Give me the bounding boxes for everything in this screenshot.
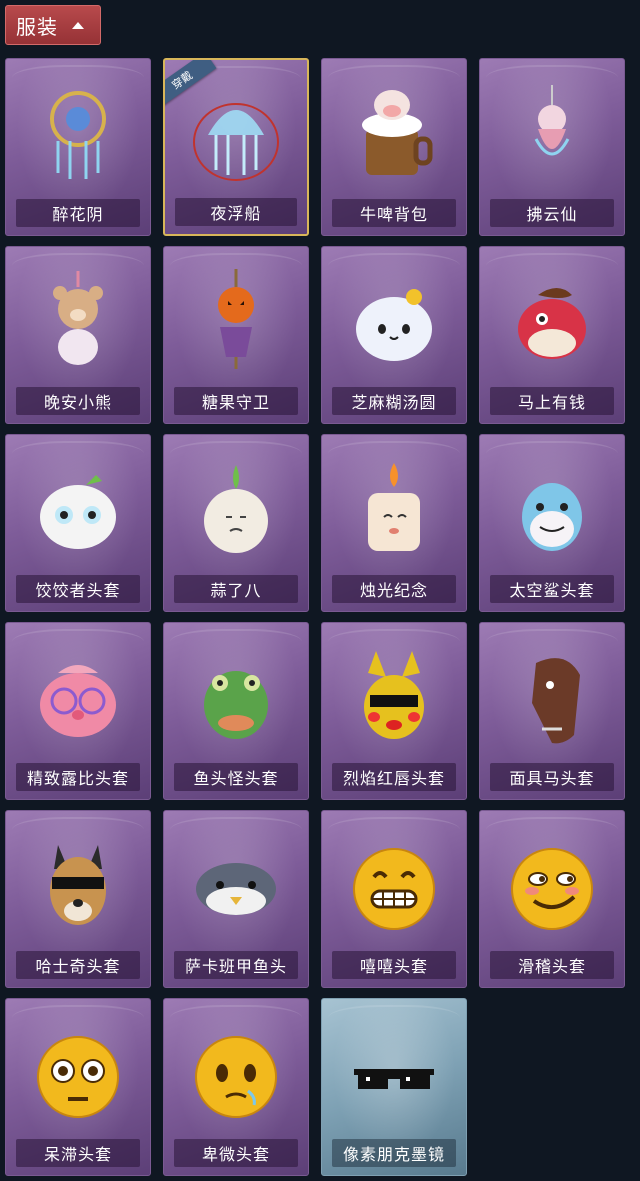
yellow-sunglasses-head-icon	[364, 651, 424, 739]
card-label-bar: 滑稽头套	[490, 951, 614, 979]
card-label-bar: 晚安小熊	[16, 387, 140, 415]
card-label-bar: 萨卡班甲鱼头	[174, 951, 298, 979]
pink-glasses-head-icon	[40, 665, 116, 737]
costume-name: 蒜了八	[210, 581, 262, 600]
card-label-bar: 饺饺者头套	[16, 575, 140, 603]
shark-head-icon	[522, 483, 582, 551]
costume-name: 马上有钱	[517, 393, 586, 412]
costume-card[interactable]: 醉花阴	[5, 58, 151, 236]
card-label-bar: 呆滞头套	[16, 1139, 140, 1167]
card-label-bar: 马上有钱	[490, 387, 614, 415]
costume-card[interactable]: 烛光纪念	[321, 434, 467, 612]
card-label-bar: 蒜了八	[174, 575, 298, 603]
card-label-bar: 精致露比头套	[16, 763, 140, 791]
costume-name: 糖果守卫	[201, 393, 270, 412]
card-label-bar: 糖果守卫	[174, 387, 298, 415]
costume-name: 面具马头套	[509, 769, 595, 788]
costume-card[interactable]: 蒜了八	[163, 434, 309, 612]
costume-card[interactable]: 太空鲨头套	[479, 434, 625, 612]
costume-name: 像素朋克墨镜	[342, 1145, 445, 1164]
costume-card[interactable]: 鱼头怪头套	[163, 622, 309, 800]
costume-card[interactable]: 嘻嘻头套	[321, 810, 467, 988]
costume-card[interactable]: 呆滞头套	[5, 998, 151, 1176]
grin-emoji-icon	[353, 848, 435, 930]
section-title: 服装	[16, 14, 58, 39]
outfit-section-toggle[interactable]: 服装	[5, 5, 101, 45]
pixel-sunglasses-icon	[354, 1069, 434, 1089]
costume-card[interactable]: 马上有钱	[479, 246, 625, 424]
card-label-bar: 嘻嘻头套	[332, 951, 456, 979]
costume-card[interactable]: 糖果守卫	[163, 246, 309, 424]
costume-card[interactable]: 穿戴 夜浮船	[163, 58, 309, 236]
card-label-bar: 拂云仙	[490, 199, 614, 227]
teddy-bear-pendant-icon	[53, 271, 103, 365]
costume-card[interactable]: 饺饺者头套	[5, 434, 151, 612]
fish-head-icon	[196, 863, 276, 915]
cloud-fairy-pendant-icon	[534, 85, 570, 156]
costume-name: 芝麻糊汤圆	[351, 393, 437, 412]
costume-name: 萨卡班甲鱼头	[184, 957, 287, 976]
rice-ball-icon	[356, 289, 432, 361]
dreamcatcher-pendant-icon	[50, 91, 106, 179]
costume-name: 牛啤背包	[359, 205, 428, 224]
costume-card[interactable]: 拂云仙	[479, 58, 625, 236]
costume-card[interactable]: 面具马头套	[479, 622, 625, 800]
card-label-bar: 牛啤背包	[332, 199, 456, 227]
card-label-bar: 哈士奇头套	[16, 951, 140, 979]
husky-head-icon	[50, 845, 106, 925]
costume-card[interactable]: 滑稽头套	[479, 810, 625, 988]
chevron-up-icon	[72, 21, 84, 29]
costume-name: 卑微头套	[201, 1145, 270, 1164]
card-label-bar: 烛光纪念	[332, 575, 456, 603]
card-label-bar: 夜浮船	[175, 198, 297, 226]
costume-card[interactable]: 晚安小熊	[5, 246, 151, 424]
card-label-bar: 面具马头套	[490, 763, 614, 791]
costume-card[interactable]: 像素朋克墨镜	[321, 998, 467, 1176]
costume-name: 呆滞头套	[43, 1145, 112, 1164]
costume-card[interactable]: 烈焰红唇头套	[321, 622, 467, 800]
pumpkin-scarecrow-icon	[218, 269, 254, 369]
costume-card[interactable]: 萨卡班甲鱼头	[163, 810, 309, 988]
costume-name: 太空鲨头套	[509, 581, 595, 600]
dumpling-head-icon	[40, 475, 116, 549]
costume-name: 烛光纪念	[359, 581, 428, 600]
garlic-head-icon	[204, 465, 268, 553]
card-label-bar: 像素朋克墨镜	[332, 1139, 456, 1167]
costume-name: 滑稽头套	[517, 957, 586, 976]
costume-card[interactable]: 卑微头套	[163, 998, 309, 1176]
costume-name: 晚安小熊	[43, 393, 112, 412]
costume-name: 夜浮船	[210, 204, 262, 223]
costume-name: 哈士奇头套	[35, 957, 121, 976]
fish-monster-head-icon	[204, 671, 268, 739]
costume-name: 饺饺者头套	[35, 581, 121, 600]
card-label-bar: 鱼头怪头套	[174, 763, 298, 791]
jellyfish-pendant-icon	[193, 103, 279, 181]
card-label-bar: 卑微头套	[174, 1139, 298, 1167]
costume-card[interactable]: 精致露比头套	[5, 622, 151, 800]
costume-name: 精致露比头套	[26, 769, 129, 788]
card-label-bar: 太空鲨头套	[490, 575, 614, 603]
costume-name: 拂云仙	[526, 205, 578, 224]
costume-name: 鱼头怪头套	[193, 769, 279, 788]
costume-card[interactable]: 哈士奇头套	[5, 810, 151, 988]
candle-head-icon	[368, 463, 420, 551]
card-label-bar: 烈焰红唇头套	[332, 763, 456, 791]
card-label-bar: 醉花阴	[16, 199, 140, 227]
costume-name: 烈焰红唇头套	[342, 769, 445, 788]
cow-beer-mug-icon	[362, 90, 433, 175]
costume-name: 醉花阴	[52, 205, 104, 224]
flushed-emoji-icon	[37, 1036, 119, 1118]
card-label-bar: 芝麻糊汤圆	[332, 387, 456, 415]
horse-mask-icon	[532, 658, 580, 744]
red-horse-icon	[518, 288, 586, 359]
pleading-emoji-icon	[195, 1036, 277, 1118]
costume-name: 嘻嘻头套	[359, 957, 428, 976]
costume-card[interactable]: 牛啤背包	[321, 58, 467, 236]
costume-card[interactable]: 芝麻糊汤圆	[321, 246, 467, 424]
smirk-emoji-icon	[511, 848, 593, 930]
